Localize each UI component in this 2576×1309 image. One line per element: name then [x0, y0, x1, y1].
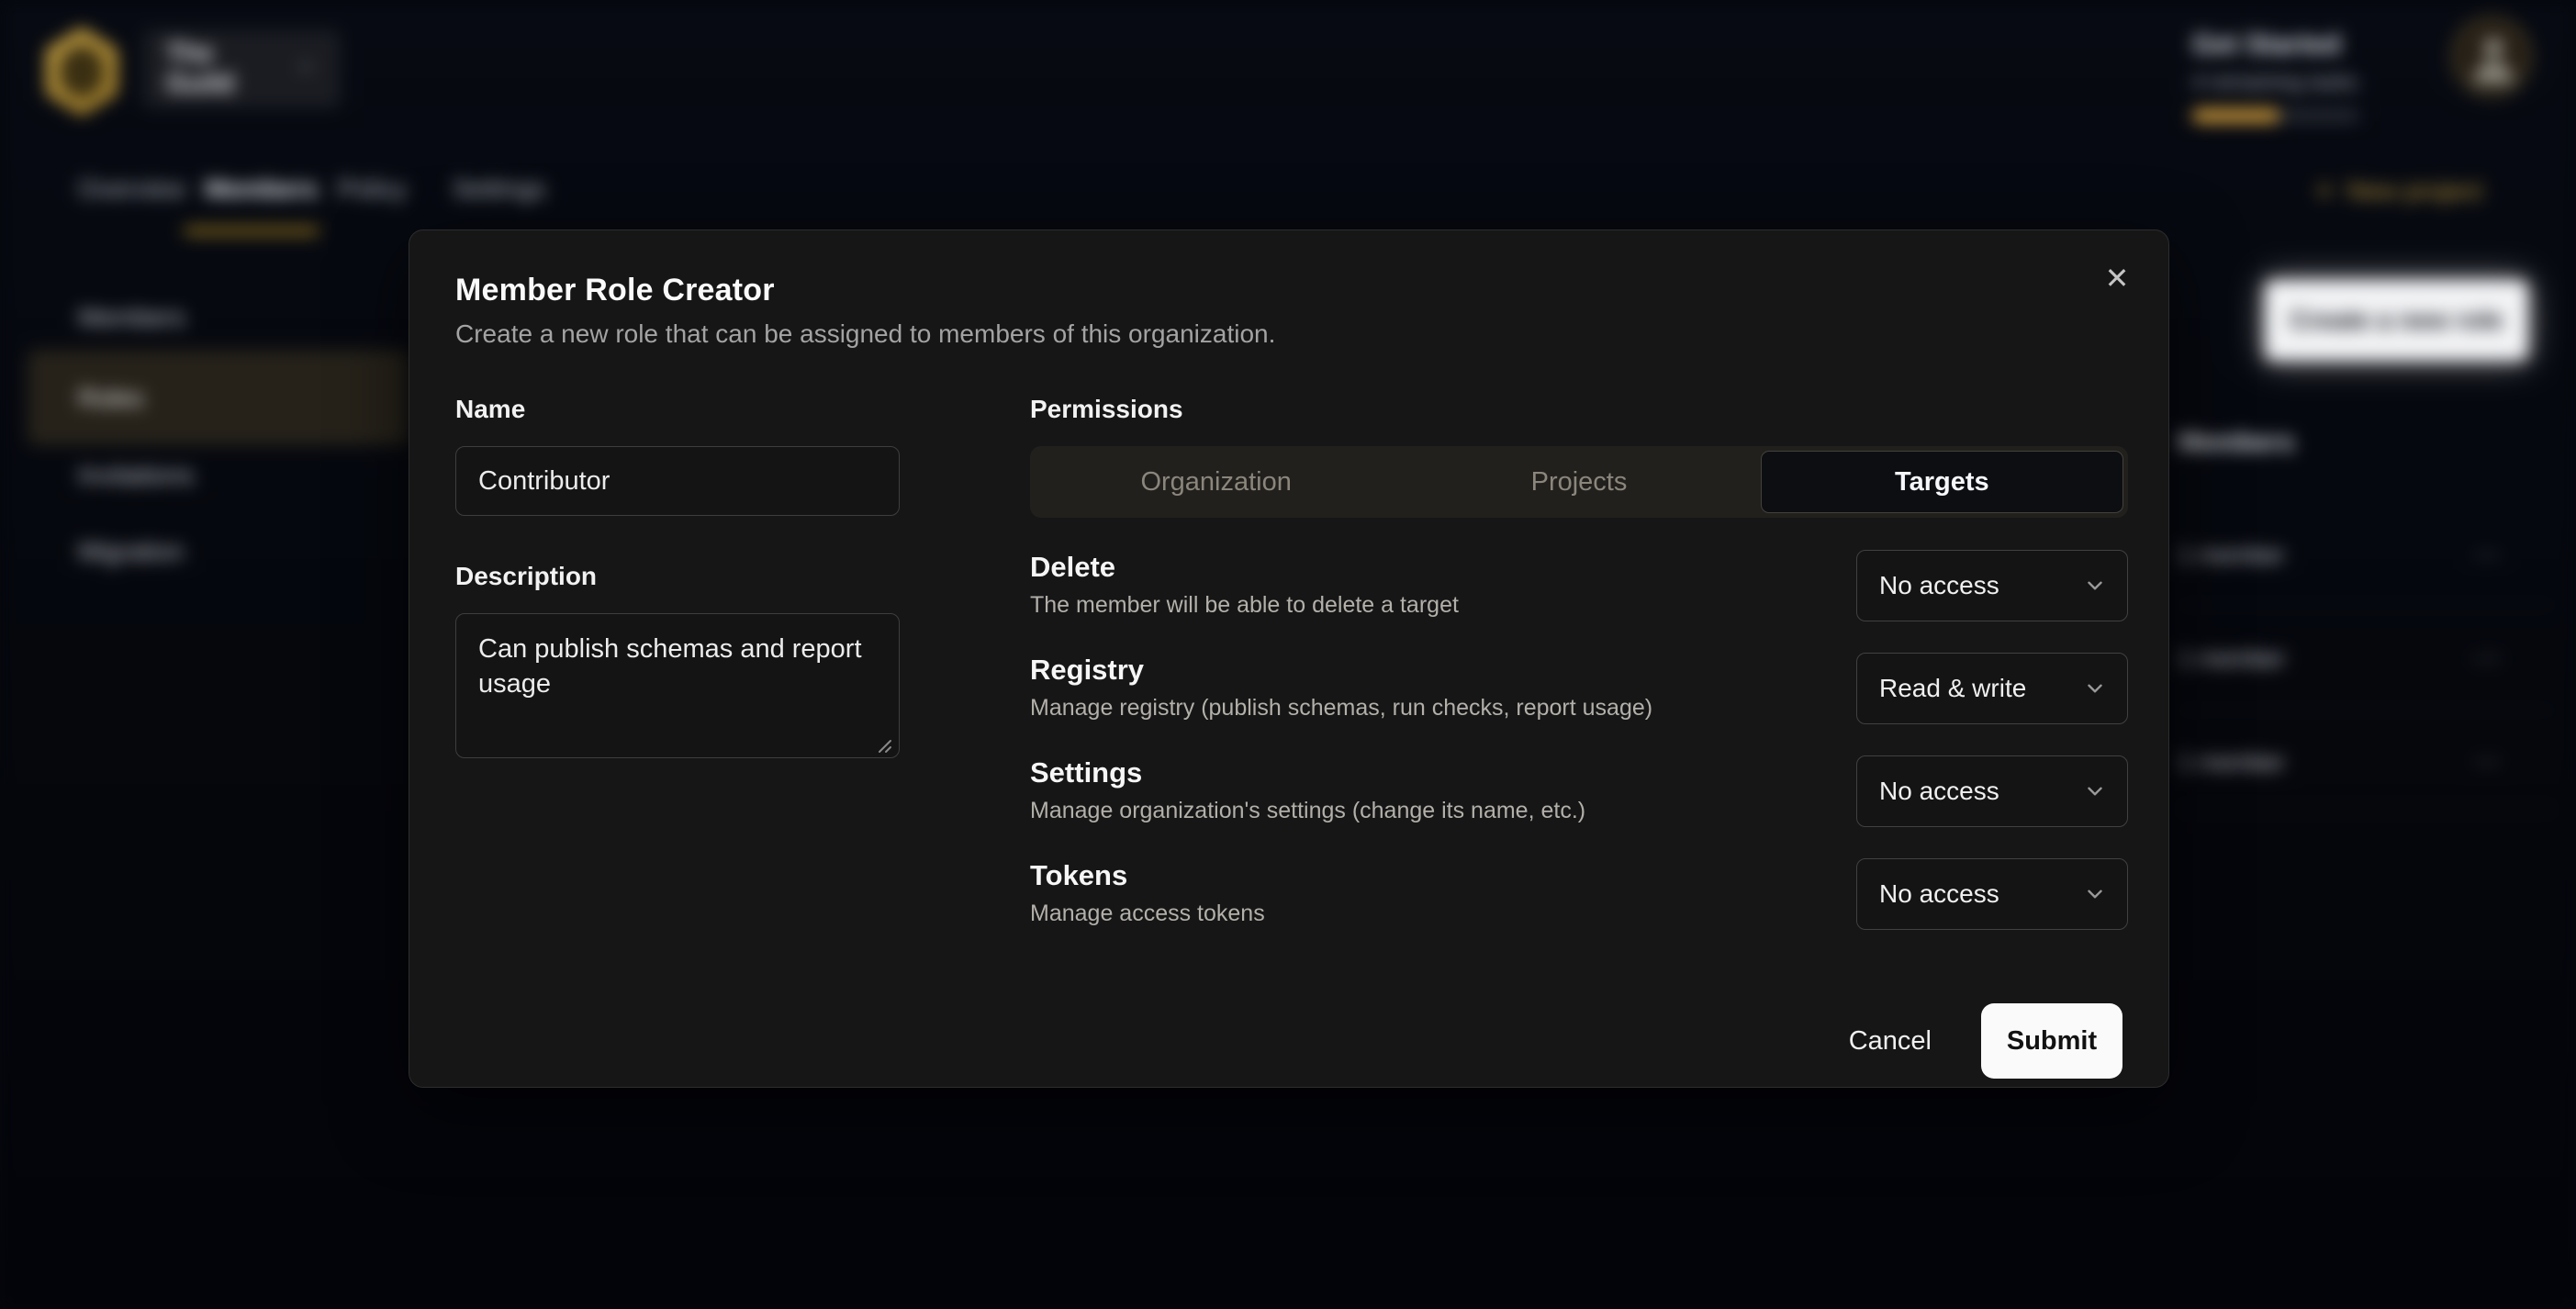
- registry-access-select[interactable]: Read & write: [1856, 653, 2128, 724]
- permission-description: Manage access tokens: [1030, 901, 1265, 927]
- cancel-button[interactable]: Cancel: [1843, 1017, 1937, 1066]
- hive-logo-inner: [57, 42, 106, 101]
- user-icon-body: [2474, 62, 2513, 84]
- row-actions-icon[interactable]: ⋯: [2473, 643, 2556, 675]
- tab-targets[interactable]: Targets: [1761, 451, 2123, 513]
- name-field-block: Name: [455, 395, 900, 516]
- member-row-label: 1 member: [2178, 541, 2285, 569]
- chevron-down-icon: [295, 56, 317, 83]
- sidebar-item-members[interactable]: Members: [78, 303, 185, 332]
- member-row[interactable]: 1 member ⋯: [2178, 710, 2556, 814]
- permission-title: Delete: [1030, 550, 1459, 585]
- sidebar-item-roles[interactable]: Roles: [78, 384, 144, 413]
- tab-policy[interactable]: Policy: [338, 174, 407, 204]
- chevron-down-icon: [2083, 677, 2107, 700]
- permission-row-registry: Registry Manage registry (publish schema…: [1030, 653, 2128, 724]
- permission-row-tokens: Tokens Manage access tokens No access: [1030, 858, 2128, 930]
- modal-title: Member Role Creator: [455, 273, 2122, 308]
- member-role-creator-modal: ✕ Member Role Creator Create a new role …: [409, 229, 2169, 1088]
- members-list: 1 member ⋯ 1 member ⋯ 1 member ⋯: [2178, 503, 2556, 814]
- member-row[interactable]: 1 member ⋯: [2178, 607, 2556, 710]
- member-row-label: 1 member: [2178, 748, 2285, 777]
- submit-button[interactable]: Submit: [1981, 1003, 2122, 1079]
- permission-info: Registry Manage registry (publish schema…: [1030, 653, 1652, 722]
- description-label: Description: [455, 562, 900, 591]
- modal-subtitle: Create a new role that can be assigned t…: [455, 319, 2122, 349]
- permission-row-settings: Settings Manage organization's settings …: [1030, 755, 2128, 827]
- modal-form: Name Description Can publish schemas and…: [455, 395, 2122, 961]
- chevron-down-icon: [2083, 779, 2107, 803]
- user-icon: [2483, 38, 2503, 58]
- get-started-widget[interactable]: Get Started 4 remaining tasks: [2192, 29, 2376, 122]
- row-actions-icon[interactable]: ⋯: [2473, 746, 2556, 778]
- get-started-title: Get Started: [2192, 29, 2376, 61]
- permission-row-delete: Delete The member will be able to delete…: [1030, 550, 2128, 621]
- permission-title: Registry: [1030, 653, 1652, 688]
- tab-organization[interactable]: Organization: [1035, 451, 1397, 513]
- permission-title: Tokens: [1030, 858, 1265, 893]
- members-panel-heading: Members: [2178, 428, 2294, 458]
- select-value: Read & write: [1879, 674, 2026, 703]
- user-avatar[interactable]: [2451, 17, 2532, 97]
- get-started-subtitle: 4 remaining tasks: [2192, 70, 2376, 95]
- get-started-progress-track: [2192, 109, 2359, 122]
- permissions-label: Permissions: [1030, 395, 2128, 424]
- permission-description: Manage organization's settings (change i…: [1030, 798, 1585, 824]
- row-actions-icon[interactable]: ⋯: [2473, 539, 2556, 571]
- sidebar-item-invitations[interactable]: Invitations: [78, 461, 194, 490]
- select-value: No access: [1879, 777, 1999, 806]
- tab-projects[interactable]: Projects: [1397, 451, 1760, 513]
- tab-members[interactable]: Members: [205, 174, 318, 204]
- chevron-down-icon: [2083, 882, 2107, 906]
- description-field-block: Description Can publish schemas and repo…: [455, 562, 900, 763]
- new-project-button[interactable]: + New project: [2315, 176, 2482, 206]
- tab-settings[interactable]: Settings: [453, 174, 545, 204]
- select-value: No access: [1879, 571, 1999, 600]
- permission-description: The member will be able to delete a targ…: [1030, 592, 1459, 619]
- get-started-progress-fill: [2192, 109, 2279, 122]
- org-selector-label: The Guild: [166, 39, 276, 99]
- name-label: Name: [455, 395, 900, 424]
- sidebar-item-migration[interactable]: Migration: [78, 537, 184, 566]
- tab-overview[interactable]: Overview: [78, 174, 185, 204]
- create-role-button[interactable]: Create a new role: [2265, 280, 2528, 361]
- permission-description: Manage registry (publish schemas, run ch…: [1030, 695, 1652, 722]
- modal-footer: Cancel Submit: [455, 1003, 2122, 1079]
- active-tab-underline: [184, 227, 319, 235]
- delete-access-select[interactable]: No access: [1856, 550, 2128, 621]
- permission-info: Settings Manage organization's settings …: [1030, 755, 1585, 824]
- description-textarea[interactable]: Can publish schemas and report usage: [455, 613, 900, 758]
- permission-info: Tokens Manage access tokens: [1030, 858, 1265, 927]
- name-input[interactable]: [455, 446, 900, 516]
- permissions-tabs: Organization Projects Targets: [1030, 446, 2128, 518]
- member-row[interactable]: 1 member ⋯: [2178, 503, 2556, 607]
- chevron-down-icon: [2083, 574, 2107, 598]
- select-value: No access: [1879, 879, 1999, 909]
- close-icon[interactable]: ✕: [2093, 254, 2141, 302]
- permission-title: Settings: [1030, 755, 1585, 790]
- settings-access-select[interactable]: No access: [1856, 755, 2128, 827]
- new-project-label: New project: [2346, 176, 2482, 206]
- modal-left-column: Name Description Can publish schemas and…: [455, 395, 900, 961]
- modal-right-column: Permissions Organization Projects Target…: [1030, 395, 2128, 961]
- org-selector-button[interactable]: The Guild: [142, 29, 341, 108]
- tokens-access-select[interactable]: No access: [1856, 858, 2128, 930]
- permission-info: Delete The member will be able to delete…: [1030, 550, 1459, 619]
- member-row-label: 1 member: [2178, 644, 2285, 673]
- plus-icon: +: [2315, 178, 2334, 204]
- hive-logo-icon[interactable]: [42, 28, 121, 116]
